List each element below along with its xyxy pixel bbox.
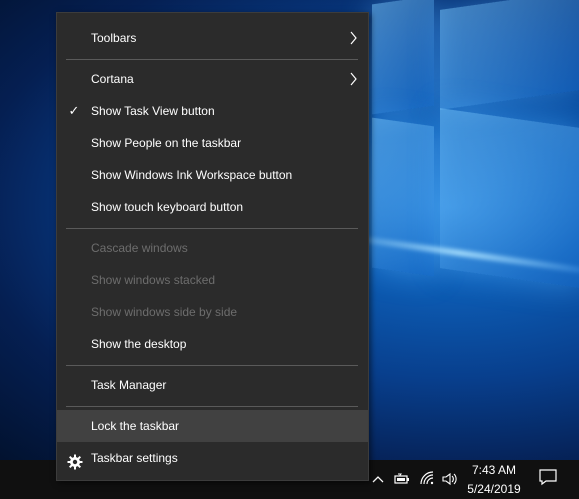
menu-item-label: Show windows stacked: [91, 273, 216, 287]
wallpaper-window-pane: [440, 0, 579, 110]
menu-item-windows-stacked: Show windows stacked: [57, 264, 368, 296]
menu-item-taskbar-settings[interactable]: Taskbar settings: [57, 442, 368, 474]
menu-item-show-desktop[interactable]: Show the desktop: [57, 328, 368, 360]
menu-item-label: Toolbars: [91, 31, 137, 45]
menu-item-show-windows-ink[interactable]: Show Windows Ink Workspace button: [57, 159, 368, 191]
wallpaper-window-pane: [372, 117, 434, 277]
wallpaper-window-pane: [372, 0, 434, 115]
menu-separator: [66, 59, 358, 60]
chevron-right-icon: [348, 22, 358, 54]
chevron-right-icon: [348, 63, 358, 95]
menu-separator: [66, 228, 358, 229]
menu-item-label: Lock the taskbar: [91, 419, 180, 433]
menu-item-cortana[interactable]: Cortana: [57, 63, 368, 95]
menu-item-show-people[interactable]: Show People on the taskbar: [57, 127, 368, 159]
menu-separator: [66, 406, 358, 407]
menu-item-label: Show Windows Ink Workspace button: [91, 168, 293, 182]
menu-separator: [66, 365, 358, 366]
menu-item-cascade-windows: Cascade windows: [57, 232, 368, 264]
menu-item-label: Cortana: [91, 72, 134, 86]
menu-item-windows-side-by-side: Show windows side by side: [57, 296, 368, 328]
action-center-icon[interactable]: [538, 467, 558, 487]
menu-item-show-touch-keyboard[interactable]: Show touch keyboard button: [57, 191, 368, 223]
battery-icon[interactable]: [394, 470, 410, 488]
checkmark-icon: ✓: [68, 103, 80, 118]
menu-item-label: Taskbar settings: [91, 451, 178, 465]
clock-time: 7:43 AM: [471, 463, 517, 477]
menu-item-label: Show People on the taskbar: [91, 136, 242, 150]
menu-item-label: Show windows side by side: [91, 305, 238, 319]
menu-item-label: Task Manager: [91, 378, 167, 392]
wifi-icon[interactable]: [419, 470, 435, 488]
menu-item-task-manager[interactable]: Task Manager: [57, 369, 368, 401]
clock-date: 5/24/2019: [467, 482, 521, 496]
menu-item-toolbars[interactable]: Toolbars: [57, 22, 368, 54]
menu-item-label: Show the desktop: [91, 337, 187, 351]
taskbar-context-menu: Toolbars Cortana ✓ Show Task View button…: [56, 12, 369, 481]
volume-icon[interactable]: [441, 470, 457, 488]
menu-item-label: Cascade windows: [91, 241, 188, 255]
menu-item-label: Show Task View button: [91, 104, 215, 118]
menu-item-label: Show touch keyboard button: [91, 200, 244, 214]
chevron-up-icon[interactable]: [370, 470, 386, 488]
taskbar-clock[interactable]: 7:43 AM 5/24/2019: [462, 461, 526, 497]
menu-item-show-task-view[interactable]: ✓ Show Task View button: [57, 95, 368, 127]
gear-icon: [67, 450, 83, 470]
menu-item-lock-taskbar[interactable]: Lock the taskbar: [57, 410, 368, 442]
